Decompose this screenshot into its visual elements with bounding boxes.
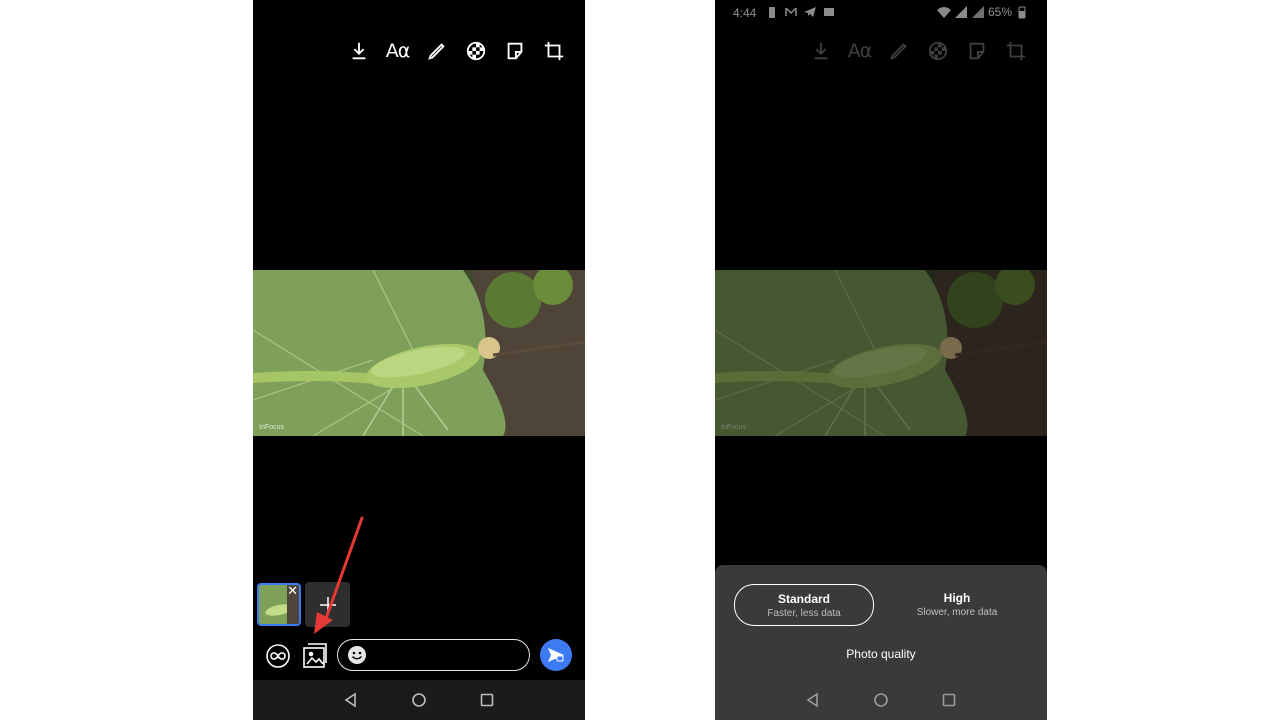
crop-button[interactable] — [996, 36, 1035, 66]
view-once-icon[interactable] — [265, 643, 291, 669]
blur-button[interactable] — [918, 36, 957, 66]
photo-quality-title: Photo quality — [846, 647, 916, 661]
send-icon — [548, 648, 564, 662]
mail-icon — [785, 7, 797, 16]
text-icon: Aα — [847, 40, 873, 62]
send-button[interactable] — [540, 639, 572, 671]
app-notification-icon — [824, 8, 834, 16]
editor-toolbar: Aα — [339, 36, 573, 66]
blur-icon — [928, 41, 947, 61]
nav-back-icon[interactable] — [805, 692, 821, 708]
battery-saver-icon — [769, 7, 775, 18]
quality-option-subtitle: Slower, more data — [916, 607, 998, 618]
sticker-icon — [969, 42, 984, 60]
quality-option-subtitle: Faster, less data — [767, 608, 841, 619]
left-phone-screen: Aα InFocus ✕ — [253, 0, 585, 720]
crop-icon — [1006, 41, 1025, 61]
system-status-icons: 65% — [936, 5, 1029, 19]
image-quality-icon[interactable] — [302, 642, 328, 669]
crop-button[interactable] — [534, 36, 573, 66]
battery-percent: 65% — [987, 5, 1012, 19]
text-icon: Aα — [385, 40, 411, 62]
draw-button[interactable] — [417, 36, 456, 66]
message-field[interactable] — [337, 639, 530, 671]
text-button[interactable]: Aα — [840, 36, 879, 66]
wifi-icon — [936, 7, 951, 18]
message-input[interactable] — [374, 645, 522, 665]
media-thumbnail[interactable]: ✕ — [257, 583, 301, 626]
nav-home-icon[interactable] — [411, 692, 427, 708]
blur-icon — [466, 41, 485, 61]
download-button[interactable] — [801, 36, 840, 66]
download-button[interactable] — [339, 36, 378, 66]
quality-option-standard[interactable]: Standard Faster, less data — [734, 584, 874, 626]
text-button[interactable]: Aα — [378, 36, 417, 66]
compose-row — [253, 637, 585, 675]
emoji-icon[interactable] — [347, 645, 367, 665]
quality-option-high[interactable]: High Slower, more data — [887, 584, 1027, 626]
system-nav-bar — [253, 680, 585, 720]
add-media-button[interactable] — [305, 582, 350, 627]
plus-icon — [319, 596, 336, 613]
nav-home-icon[interactable] — [873, 692, 889, 708]
crop-icon — [544, 41, 563, 61]
pen-icon — [427, 43, 445, 60]
sticker-button[interactable] — [495, 36, 534, 66]
status-bar: 4:44 65% — [715, 0, 1047, 26]
telegram-icon — [804, 7, 816, 17]
pen-icon — [889, 43, 907, 60]
sticker-icon — [507, 42, 522, 60]
signal-icon — [954, 6, 967, 18]
photo-watermark: InFocus — [259, 424, 284, 431]
battery-icon — [1018, 6, 1026, 19]
quality-option-title: Standard — [777, 592, 830, 606]
blur-button[interactable] — [456, 36, 495, 66]
photo-watermark: InFocus — [721, 424, 746, 431]
remove-media-icon[interactable]: ✕ — [287, 585, 298, 598]
download-icon — [352, 42, 365, 60]
system-nav-bar — [715, 680, 1047, 720]
download-icon — [814, 42, 827, 60]
photo-preview: InFocus — [715, 270, 1047, 436]
draw-button[interactable] — [879, 36, 918, 66]
right-phone-screen: 4:44 65% Aα InFocus Standard Faster, les… — [715, 0, 1047, 720]
status-time: 4:44 — [733, 6, 757, 20]
sticker-button[interactable] — [957, 36, 996, 66]
nav-recents-icon[interactable] — [479, 692, 495, 708]
quality-option-title: High — [943, 591, 971, 605]
nav-back-icon[interactable] — [343, 692, 359, 708]
editor-toolbar: Aα — [801, 36, 1035, 66]
notification-icons — [765, 5, 836, 19]
photo-preview: InFocus — [253, 270, 585, 436]
nav-recents-icon[interactable] — [941, 692, 957, 708]
signal-icon — [971, 6, 984, 18]
